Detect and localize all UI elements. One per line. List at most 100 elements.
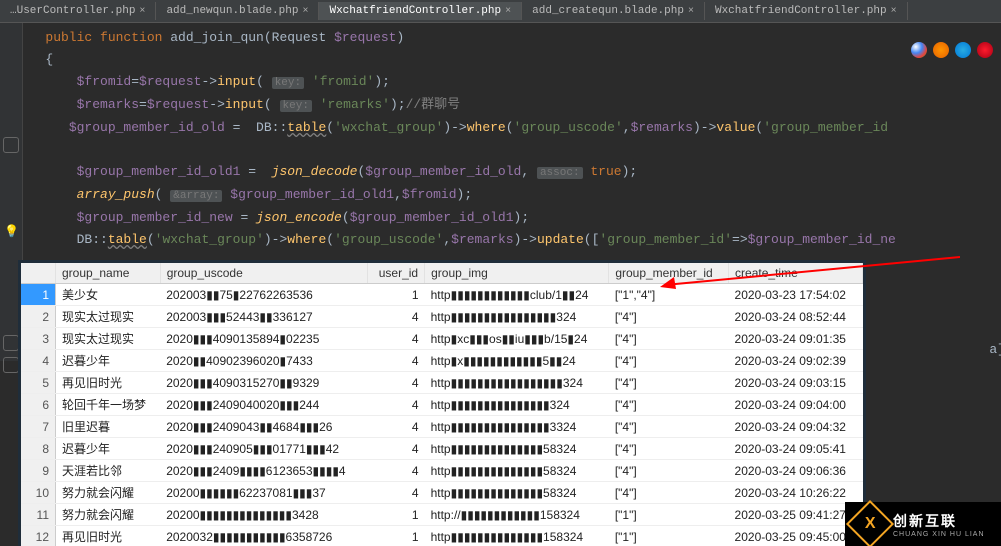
cell[interactable]: ["4"]: [609, 394, 729, 416]
lightbulb-icon[interactable]: 💡: [4, 221, 19, 243]
cell[interactable]: 美少女: [56, 284, 161, 306]
table-row[interactable]: 1美少女202003▮▮75▮227622635361http▮▮▮▮▮▮▮▮▮…: [21, 284, 863, 306]
cell[interactable]: 再见旧时光: [56, 526, 161, 546]
cell[interactable]: 2020-03-24 09:04:32: [729, 416, 863, 438]
cell[interactable]: 9: [21, 460, 56, 482]
cell[interactable]: 2020-03-24 09:02:39: [729, 350, 863, 372]
tab-wxchatfriend-1[interactable]: WxchatfriendController.php×: [319, 2, 522, 20]
table-row[interactable]: 6轮回千年一场梦2020▮▮▮2409040020▮▮▮2444http▮▮▮▮…: [21, 394, 863, 416]
cell[interactable]: 2020-03-24 09:01:35: [729, 328, 863, 350]
cell[interactable]: 4: [21, 350, 56, 372]
table-row[interactable]: 2现实太过现实202003▮▮▮52443▮▮3361274http▮▮▮▮▮▮…: [21, 306, 863, 328]
cell[interactable]: http▮▮▮▮▮▮▮▮▮▮▮▮▮▮▮324: [425, 394, 609, 416]
cell[interactable]: 迟暮少年: [56, 350, 161, 372]
cell[interactable]: ["4"]: [609, 438, 729, 460]
cell[interactable]: 2020-03-24 09:03:15: [729, 372, 863, 394]
cell[interactable]: http▮▮▮▮▮▮▮▮▮▮▮▮▮▮58324: [425, 460, 609, 482]
cell[interactable]: 6: [21, 394, 56, 416]
cell[interactable]: ["1"]: [609, 504, 729, 526]
cell[interactable]: http▮x▮▮▮▮▮▮▮▮▮▮▮▮5▮▮24: [425, 350, 609, 372]
cell[interactable]: ["4"]: [609, 416, 729, 438]
cell[interactable]: 迟暮少年: [56, 438, 161, 460]
cell[interactable]: 2020-03-24 10:26:22: [729, 482, 863, 504]
cell[interactable]: ["1","4"]: [609, 284, 729, 306]
cell[interactable]: 2020032▮▮▮▮▮▮▮▮▮▮▮6358726: [160, 526, 368, 546]
cell[interactable]: 11: [21, 504, 56, 526]
table-row[interactable]: 4迟暮少年2020▮▮40902396020▮74334http▮x▮▮▮▮▮▮…: [21, 350, 863, 372]
fold-icon[interactable]: [3, 357, 19, 373]
cell[interactable]: 2020▮▮▮2409040020▮▮▮244: [160, 394, 368, 416]
tab-add-newqun[interactable]: add_newqun.blade.php×: [156, 2, 319, 20]
cell[interactable]: 10: [21, 482, 56, 504]
cell[interactable]: 3: [21, 328, 56, 350]
cell[interactable]: 4: [368, 372, 425, 394]
cell[interactable]: 20200▮▮▮▮▮▮62237081▮▮▮37: [160, 482, 368, 504]
close-icon[interactable]: ×: [688, 6, 694, 17]
col-group-uscode[interactable]: group_uscode: [160, 263, 368, 284]
cell[interactable]: 2020-03-24 08:52:44: [729, 306, 863, 328]
cell[interactable]: 现实太过现实: [56, 306, 161, 328]
cell[interactable]: ["1"]: [609, 526, 729, 546]
cell[interactable]: http▮▮▮▮▮▮▮▮▮▮▮▮▮▮58324: [425, 438, 609, 460]
cell[interactable]: 4: [368, 394, 425, 416]
cell[interactable]: 现实太过现实: [56, 328, 161, 350]
table-row[interactable]: 12再见旧时光2020032▮▮▮▮▮▮▮▮▮▮▮63587261http▮▮▮…: [21, 526, 863, 546]
cell[interactable]: 202003▮▮▮52443▮▮336127: [160, 306, 368, 328]
cell[interactable]: 4: [368, 460, 425, 482]
cell[interactable]: http▮▮▮▮▮▮▮▮▮▮▮▮▮▮▮▮▮324: [425, 372, 609, 394]
cell[interactable]: 2020-03-25 09:45:00: [729, 526, 863, 546]
cell[interactable]: http▮▮▮▮▮▮▮▮▮▮▮▮club/1▮▮24: [425, 284, 609, 306]
cell[interactable]: 20200▮▮▮▮▮▮▮▮▮▮▮▮▮▮3428: [160, 504, 368, 526]
tab-usercontroller[interactable]: …UserController.php×: [0, 2, 156, 20]
cell[interactable]: http▮▮▮▮▮▮▮▮▮▮▮▮▮▮▮▮324: [425, 306, 609, 328]
cell[interactable]: 努力就会闪耀: [56, 482, 161, 504]
cell[interactable]: 5: [21, 372, 56, 394]
cell[interactable]: ["4"]: [609, 372, 729, 394]
tab-wxchatfriend-2[interactable]: WxchatfriendController.php×: [705, 2, 908, 20]
table-row[interactable]: 9天涯若比邻2020▮▮▮2409▮▮▮▮6123653▮▮▮▮44http▮▮…: [21, 460, 863, 482]
col-group-member-id[interactable]: group_member_id: [609, 263, 729, 284]
close-icon[interactable]: ×: [505, 6, 511, 17]
results-table[interactable]: group_name group_uscode user_id group_im…: [21, 263, 863, 546]
cell[interactable]: ["4"]: [609, 350, 729, 372]
col-create-time[interactable]: create_time: [729, 263, 863, 284]
table-row[interactable]: 3现实太过现实2020▮▮▮4090135894▮022354http▮xc▮▮…: [21, 328, 863, 350]
cell[interactable]: 7: [21, 416, 56, 438]
cell[interactable]: 2020▮▮▮2409043▮▮4684▮▮▮26: [160, 416, 368, 438]
fold-icon[interactable]: [3, 335, 19, 351]
table-row[interactable]: 11努力就会闪耀20200▮▮▮▮▮▮▮▮▮▮▮▮▮▮34281http://▮…: [21, 504, 863, 526]
cell[interactable]: 2020-03-24 09:05:41: [729, 438, 863, 460]
cell[interactable]: 1: [368, 284, 425, 306]
cell[interactable]: 8: [21, 438, 56, 460]
cell[interactable]: 再见旧时光: [56, 372, 161, 394]
cell[interactable]: 4: [368, 350, 425, 372]
tab-add-createqun[interactable]: add_createqun.blade.php×: [522, 2, 705, 20]
cell[interactable]: http▮xc▮▮▮os▮▮iu▮▮▮b/15▮24: [425, 328, 609, 350]
cell[interactable]: 旧里迟暮: [56, 416, 161, 438]
cell[interactable]: 2020-03-25 09:41:27: [729, 504, 863, 526]
cell[interactable]: ["4"]: [609, 306, 729, 328]
cell[interactable]: 2020▮▮▮240905▮▮▮01771▮▮▮42: [160, 438, 368, 460]
cell[interactable]: 2: [21, 306, 56, 328]
cell[interactable]: 4: [368, 482, 425, 504]
table-row[interactable]: 7旧里迟暮2020▮▮▮2409043▮▮4684▮▮▮264http▮▮▮▮▮…: [21, 416, 863, 438]
cell[interactable]: 4: [368, 416, 425, 438]
cell[interactable]: 4: [368, 438, 425, 460]
table-row[interactable]: 8迟暮少年2020▮▮▮240905▮▮▮01771▮▮▮424http▮▮▮▮…: [21, 438, 863, 460]
cell[interactable]: http▮▮▮▮▮▮▮▮▮▮▮▮▮▮▮3324: [425, 416, 609, 438]
table-row[interactable]: 5再见旧时光2020▮▮▮4090315270▮▮93294http▮▮▮▮▮▮…: [21, 372, 863, 394]
cell[interactable]: http://▮▮▮▮▮▮▮▮▮▮▮▮158324: [425, 504, 609, 526]
cell[interactable]: ["4"]: [609, 328, 729, 350]
cell[interactable]: 4: [368, 306, 425, 328]
cell[interactable]: 2020▮▮▮4090135894▮02235: [160, 328, 368, 350]
cell[interactable]: 1: [368, 526, 425, 546]
col-rownum[interactable]: [21, 263, 56, 284]
cell[interactable]: 轮回千年一场梦: [56, 394, 161, 416]
cell[interactable]: 2020-03-24 09:04:00: [729, 394, 863, 416]
cell[interactable]: 2020▮▮40902396020▮7433: [160, 350, 368, 372]
cell[interactable]: 2020-03-23 17:54:02: [729, 284, 863, 306]
cell[interactable]: 1: [368, 504, 425, 526]
close-icon[interactable]: ×: [891, 6, 897, 17]
cell[interactable]: 12: [21, 526, 56, 546]
table-row[interactable]: 10努力就会闪耀20200▮▮▮▮▮▮62237081▮▮▮374http▮▮▮…: [21, 482, 863, 504]
